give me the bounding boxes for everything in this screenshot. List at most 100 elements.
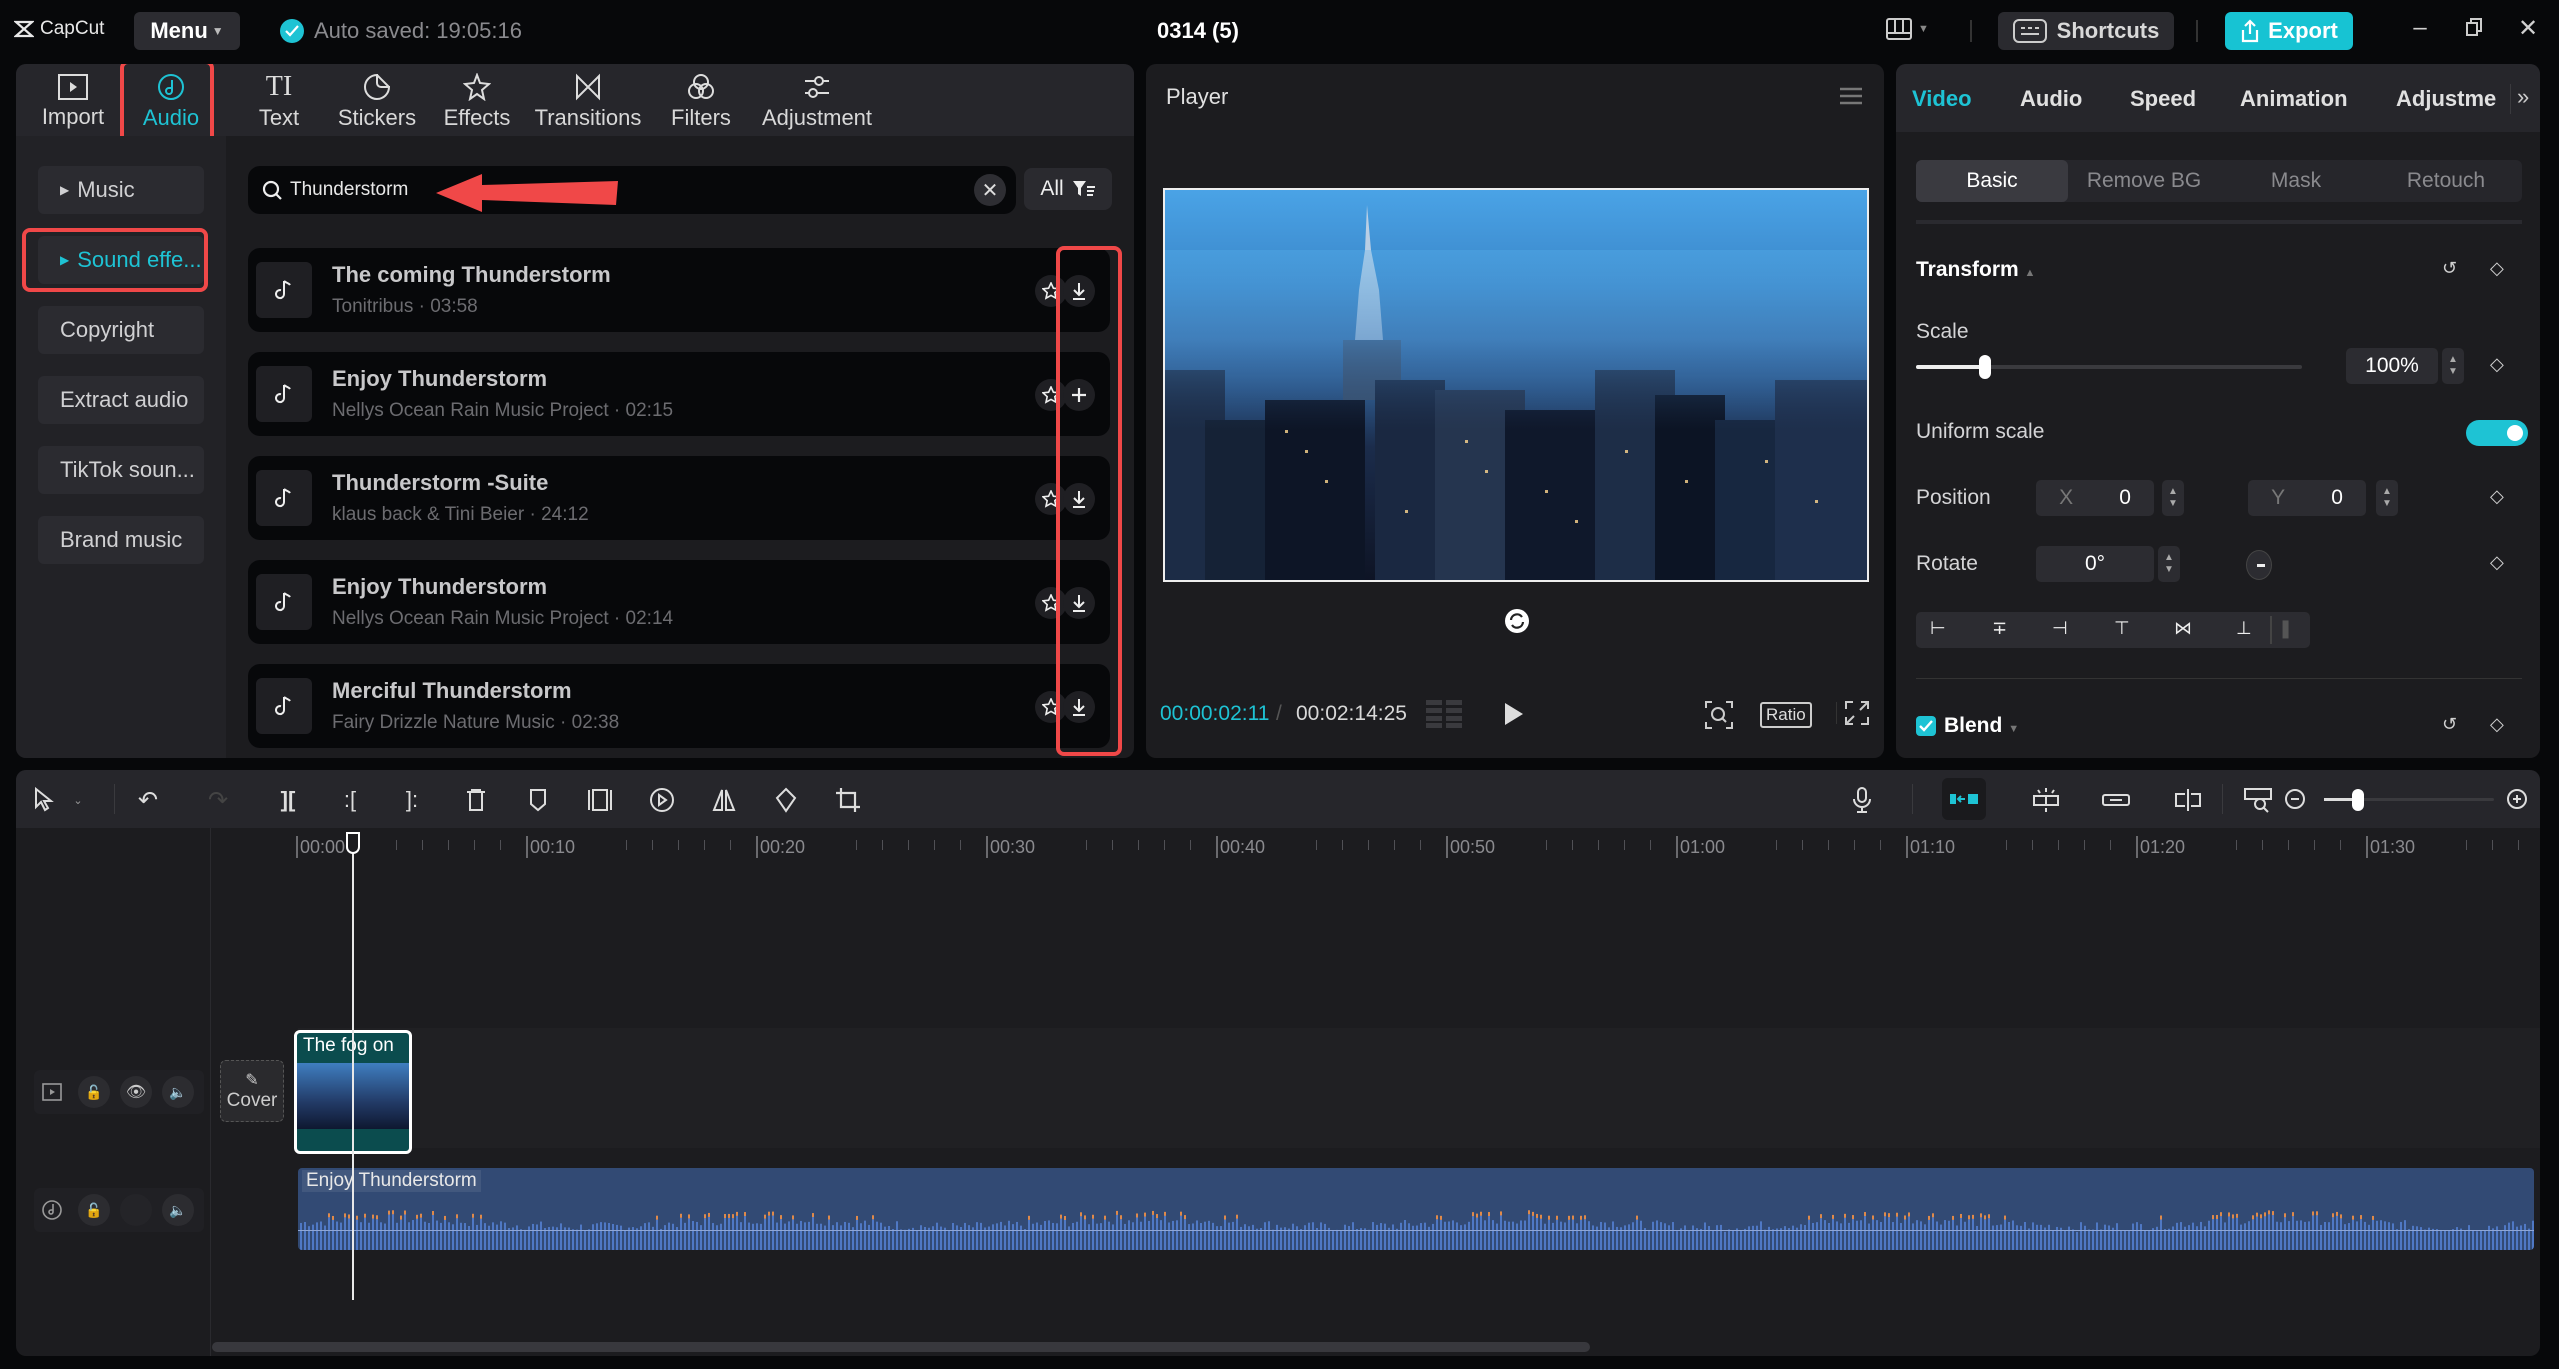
reset-transform-button[interactable]: ↺: [2442, 258, 2457, 279]
zoom-to-fit-button[interactable]: [2242, 784, 2274, 816]
layout-button[interactable]: ▼: [1886, 18, 1929, 40]
marker-button[interactable]: [522, 784, 554, 816]
download-button[interactable]: [1063, 483, 1095, 515]
sidebar-item-sound-effects[interactable]: ▶ Sound effe...: [38, 236, 204, 284]
close-window-button[interactable]: ✕: [2508, 14, 2548, 43]
restore-button[interactable]: [2454, 14, 2494, 40]
scale-slider-thumb[interactable]: [1979, 355, 1992, 379]
position-x-stepper[interactable]: ▲ ▼: [2162, 480, 2184, 516]
reverse-button[interactable]: [646, 784, 678, 816]
horizontal-scrollbar[interactable]: [212, 1342, 1590, 1352]
tab-filters[interactable]: Filters: [654, 68, 748, 136]
track-item[interactable]: Thunderstorm -Suite klaus back & Tini Bei…: [248, 456, 1110, 540]
scale-stepper[interactable]: ▲ ▼: [2442, 348, 2464, 384]
playhead[interactable]: [352, 832, 354, 1300]
rotate-stepper[interactable]: ▲ ▼: [2158, 546, 2180, 582]
freeze-button[interactable]: [584, 784, 616, 816]
ratio-button[interactable]: Ratio: [1760, 702, 1812, 728]
keyframe-icon[interactable]: ◇: [2490, 714, 2504, 735]
split-left-button[interactable]: :[: [334, 784, 366, 816]
blend-checkbox[interactable]: [1916, 716, 1936, 736]
search-input[interactable]: Thunderstorm ✕: [248, 166, 1016, 214]
keyframe-icon[interactable]: ◇: [2490, 354, 2504, 375]
keyframe-icon[interactable]: ◇: [2490, 552, 2504, 573]
keyframe-icon[interactable]: ◇: [2490, 258, 2504, 279]
mute-track-button[interactable]: 🔈: [162, 1194, 194, 1226]
position-x-input[interactable]: X 0: [2036, 480, 2154, 516]
tab-audio-props[interactable]: Audio: [2020, 86, 2082, 112]
zoom-out-button[interactable]: [2280, 784, 2312, 816]
sidebar-item-brand-music[interactable]: Brand music: [38, 516, 204, 564]
clear-search-button[interactable]: ✕: [974, 174, 1006, 206]
transform-section-header[interactable]: Transform ▲: [1916, 258, 2035, 282]
track-item[interactable]: Enjoy Thunderstorm Nellys Ocean Rain Musi…: [248, 560, 1110, 644]
zoom-in-button[interactable]: [2502, 784, 2534, 816]
align-bottom-icon[interactable]: ⊥: [2236, 618, 2252, 639]
subtab-retouch[interactable]: Retouch: [2370, 160, 2522, 202]
rotate-input[interactable]: 0°: [2036, 546, 2154, 582]
sidebar-item-copyright[interactable]: Copyright: [38, 306, 204, 354]
track-item[interactable]: Enjoy Thunderstorm Nellys Ocean Rain Musi…: [248, 352, 1110, 436]
playhead-handle[interactable]: [346, 832, 360, 854]
minimize-button[interactable]: –: [2400, 14, 2440, 42]
select-tool-button[interactable]: [28, 784, 60, 816]
subtab-remove-bg[interactable]: Remove BG: [2068, 160, 2220, 202]
tab-animation[interactable]: Animation: [2240, 86, 2348, 112]
uniform-scale-toggle[interactable]: [2466, 420, 2528, 446]
tab-import[interactable]: Import: [26, 68, 120, 136]
tab-audio[interactable]: Audio: [124, 68, 218, 136]
fullscreen-button[interactable]: [1844, 700, 1870, 726]
auto-snap-button[interactable]: [2030, 784, 2062, 816]
hide-track-button[interactable]: 👁: [120, 1076, 152, 1108]
tab-adjustment[interactable]: Adjustment: [752, 68, 882, 136]
keyframe-icon[interactable]: ◇: [2490, 486, 2504, 507]
delete-button[interactable]: [460, 784, 492, 816]
align-right-icon[interactable]: ⊣: [2052, 618, 2068, 639]
cover-button[interactable]: ✎ Cover: [220, 1060, 284, 1122]
align-top-icon[interactable]: ⊤: [2114, 618, 2130, 639]
lock-track-button[interactable]: 🔓: [78, 1194, 110, 1226]
split-button[interactable]: ][: [272, 784, 304, 816]
undo-button[interactable]: ↶: [132, 784, 164, 816]
zoom-preview-button[interactable]: [1704, 700, 1734, 730]
split-right-button[interactable]: ]:: [396, 784, 428, 816]
sidebar-item-extract-audio[interactable]: Extract audio: [38, 376, 204, 424]
add-to-timeline-button[interactable]: [1063, 379, 1095, 411]
download-button[interactable]: [1063, 275, 1095, 307]
tab-adjustment-props[interactable]: Adjustme: [2396, 86, 2506, 112]
tab-effects[interactable]: Effects: [430, 68, 524, 136]
play-button[interactable]: [1502, 700, 1526, 728]
rotate-dial[interactable]: [2246, 550, 2272, 580]
link-button[interactable]: [2100, 784, 2132, 816]
export-button[interactable]: Export: [2225, 12, 2353, 50]
chevron-down-icon[interactable]: ⌄: [68, 784, 88, 816]
more-tabs-button[interactable]: »: [2510, 84, 2529, 114]
filter-button[interactable]: All: [1024, 168, 1112, 210]
audio-clip[interactable]: Enjoy Thunderstorm: [298, 1168, 2534, 1250]
sidebar-item-tiktok-sounds[interactable]: TikTok soun...: [38, 446, 204, 494]
record-voice-button[interactable]: [1846, 784, 1878, 816]
rotate-handle[interactable]: [1503, 607, 1531, 635]
mirror-button[interactable]: [708, 784, 740, 816]
mute-track-button[interactable]: 🔈: [162, 1076, 194, 1108]
preview-axis-button[interactable]: [2172, 784, 2204, 816]
timeline-zoom-thumb[interactable]: [2352, 789, 2364, 811]
tab-text[interactable]: TI Text: [232, 68, 326, 136]
scale-input[interactable]: 100%: [2346, 348, 2438, 384]
tab-transitions[interactable]: Transitions: [526, 68, 650, 136]
player-menu-button[interactable]: [1838, 86, 1864, 106]
align-center-v-icon[interactable]: ⋈: [2174, 618, 2192, 639]
subtab-basic[interactable]: Basic: [1916, 160, 2068, 202]
track-item[interactable]: Merciful Thunderstorm Fairy Drizzle Natur…: [248, 664, 1110, 748]
track-item[interactable]: The coming Thunderstorm Tonitribus · 03:5…: [248, 248, 1110, 332]
align-center-h-icon[interactable]: ∓: [1992, 618, 2007, 639]
position-y-stepper[interactable]: ▲ ▼: [2376, 480, 2398, 516]
video-preview[interactable]: [1163, 188, 1869, 582]
reset-blend-button[interactable]: ↺: [2442, 714, 2457, 735]
rotate-clip-button[interactable]: [770, 784, 802, 816]
sidebar-item-music[interactable]: ▶ Music: [38, 166, 204, 214]
scale-slider[interactable]: [1916, 355, 2302, 379]
tab-speed[interactable]: Speed: [2130, 86, 2196, 112]
tab-stickers[interactable]: Stickers: [330, 68, 424, 136]
position-y-input[interactable]: Y 0: [2248, 480, 2366, 516]
